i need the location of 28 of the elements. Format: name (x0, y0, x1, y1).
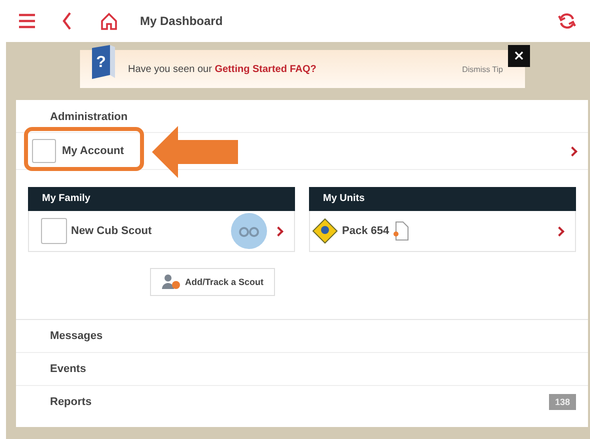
card-header: My Family (28, 187, 295, 211)
avatar-placeholder (32, 139, 56, 163)
avatar-placeholder (41, 218, 67, 244)
card-header: My Units (309, 187, 576, 211)
scout-name: New Cub Scout (71, 225, 152, 237)
count-badge: 138 (548, 394, 576, 410)
add-track-scout-button[interactable]: Add/Track a Scout (150, 268, 275, 296)
refresh-icon[interactable] (558, 12, 576, 30)
menu-icon[interactable] (18, 13, 36, 29)
unit-name: Pack 654 (342, 225, 390, 237)
tip-text: Have you seen our Getting Started FAQ? (128, 64, 316, 74)
faq-link[interactable]: Getting Started FAQ? (214, 64, 316, 74)
card-row[interactable]: New Cub Scout (28, 211, 295, 252)
section-heading: Administration (49, 110, 129, 125)
close-button[interactable]: × (508, 45, 530, 67)
home-icon[interactable] (100, 12, 118, 30)
menu-item[interactable]: Reports 138 (16, 386, 588, 418)
back-icon[interactable] (62, 12, 72, 30)
page-title: My Dashboard (140, 14, 223, 28)
document-icon[interactable] (393, 221, 410, 241)
person-add-icon (161, 274, 181, 290)
menu-item[interactable]: Messages (16, 320, 588, 353)
account-label: My Account (62, 145, 124, 157)
binoculars-icon[interactable] (231, 213, 267, 249)
badge-icon (312, 218, 338, 244)
dismiss-tip-link[interactable]: Dismiss Tip (462, 64, 503, 74)
menu-item[interactable]: Events (16, 353, 588, 386)
card-row[interactable]: Pack 654 (309, 211, 576, 252)
